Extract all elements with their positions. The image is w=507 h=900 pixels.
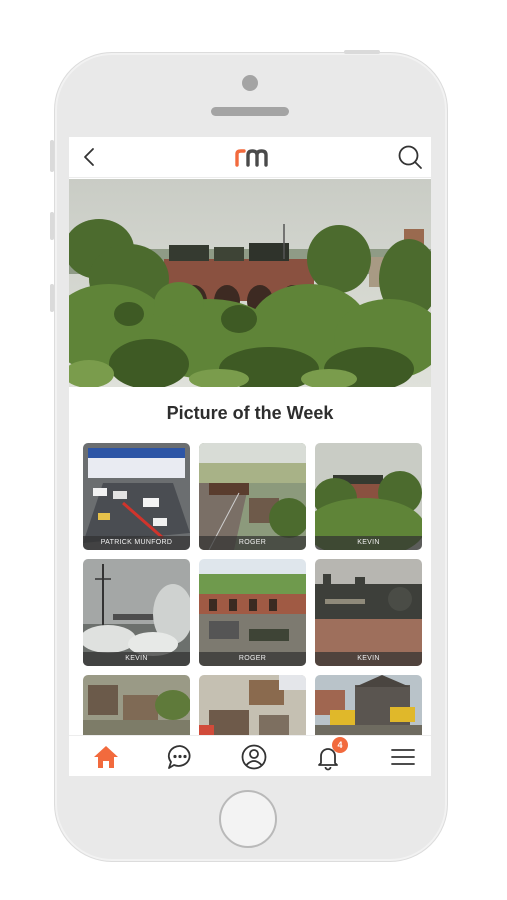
notification-badge: 4 bbox=[332, 737, 348, 753]
thumbnail-photo bbox=[199, 559, 306, 666]
gallery-tile[interactable]: ROGER bbox=[199, 443, 306, 550]
tile-caption: KEVIN bbox=[315, 652, 422, 666]
phone-power-button bbox=[344, 50, 380, 54]
search-icon[interactable] bbox=[397, 144, 423, 170]
thumbnail-photo bbox=[199, 675, 306, 735]
phone-camera bbox=[242, 75, 258, 91]
phone-volume-up bbox=[50, 212, 54, 240]
gallery-grid: PATRICK MUNFORD ROGER KEVIN KEVIN ROGER … bbox=[83, 443, 423, 735]
tile-caption: KEVIN bbox=[83, 652, 190, 666]
section-title: Picture of the Week bbox=[166, 403, 334, 423]
gallery-tile[interactable]: ROGER bbox=[199, 559, 306, 666]
profile-icon[interactable] bbox=[240, 743, 268, 771]
gallery-tile[interactable] bbox=[83, 675, 190, 735]
phone-home-button[interactable] bbox=[219, 790, 277, 848]
thumbnail-photo bbox=[83, 559, 190, 666]
gallery-tile[interactable]: KEVIN bbox=[83, 559, 190, 666]
phone-volume-down bbox=[50, 284, 54, 312]
gallery-tile[interactable]: KEVIN bbox=[315, 443, 422, 550]
gallery-tile[interactable] bbox=[315, 675, 422, 735]
gallery-tile[interactable] bbox=[199, 675, 306, 735]
top-bar bbox=[69, 137, 431, 178]
tile-caption: PATRICK MUNFORD bbox=[83, 536, 190, 550]
thumbnail-photo bbox=[315, 675, 422, 735]
app-screen: Picture of the Week PATRICK MUNFORD ROGE… bbox=[69, 137, 431, 776]
bottom-nav bbox=[69, 735, 431, 776]
thumbnail-photo bbox=[83, 443, 190, 550]
thumbnail-photo bbox=[315, 443, 422, 550]
gallery-tile[interactable]: KEVIN bbox=[315, 559, 422, 666]
chat-icon[interactable] bbox=[166, 743, 194, 771]
gallery-tile[interactable]: PATRICK MUNFORD bbox=[83, 443, 190, 550]
thumbnail-photo bbox=[315, 559, 422, 666]
thumbnail-photo bbox=[199, 443, 306, 550]
tile-caption: ROGER bbox=[199, 652, 306, 666]
tile-caption: KEVIN bbox=[315, 536, 422, 550]
rm-logo bbox=[235, 149, 268, 167]
phone-speaker bbox=[211, 107, 289, 116]
thumbnail-photo bbox=[83, 675, 190, 735]
home-icon[interactable] bbox=[92, 743, 120, 771]
menu-icon[interactable] bbox=[389, 743, 417, 771]
phone-silent-switch bbox=[50, 140, 54, 172]
tile-caption: ROGER bbox=[199, 536, 306, 550]
chevron-left-icon[interactable] bbox=[79, 146, 101, 168]
hero-photo[interactable] bbox=[69, 179, 431, 387]
